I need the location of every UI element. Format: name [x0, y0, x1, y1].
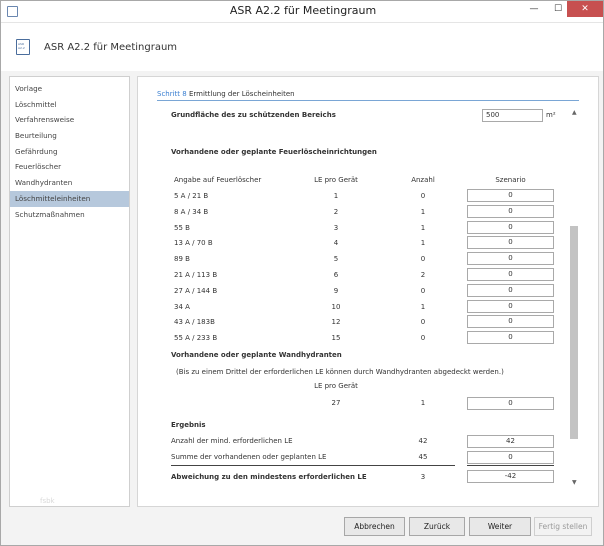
extinguisher-le: 6: [333, 271, 339, 279]
sidebar-item-gefaehrdung[interactable]: Gefährdung: [10, 144, 129, 160]
close-button[interactable]: ✕: [567, 1, 603, 17]
step-divider: [157, 100, 579, 101]
extinguisher-le: 5: [333, 255, 339, 264]
extinguisher-scenario-input[interactable]: 0: [467, 204, 554, 218]
sidebar-item-verfahrensweise[interactable]: Verfahrensweise: [10, 112, 129, 128]
extinguisher-scenario-input[interactable]: 0: [467, 268, 554, 281]
extinguisher-type: 13 A / 70 B: [174, 239, 213, 248]
hydrants-le: 27: [331, 399, 341, 407]
extinguisher-count: 1: [420, 223, 426, 232]
header-title: ASR A2.2 für Meetingraum: [44, 42, 178, 53]
sidebar-item-beurteilung[interactable]: Beurteilung: [10, 128, 129, 144]
extinguisher-type: 27 A / 144 B: [174, 286, 218, 295]
extinguisher-count: 0: [420, 286, 426, 295]
extinguisher-count: 0: [420, 255, 426, 264]
extinguisher-type: 43 A / 183B: [174, 318, 215, 327]
title-bar: ASR A2.2 für Meetingraum — ☐ ✕: [1, 1, 603, 23]
required-value: 42: [418, 437, 428, 445]
watermark-logo: fsbk: [40, 497, 55, 505]
extinguisher-type: 55 A / 233 B: [174, 334, 218, 343]
extinguisher-le: 10: [331, 302, 341, 311]
step-title: Ermittlung der Löscheinheiten: [188, 90, 295, 98]
extinguisher-count: 2: [420, 271, 426, 279]
col-header-count: Anzahl: [411, 176, 435, 184]
hydrants-heading: Vorhandene oder geplante Wandhydranten: [171, 351, 342, 359]
sum-label: Summe der vorhandenen oder geplanten LE: [171, 453, 327, 461]
document-icon: ASR A2.2: [16, 39, 30, 55]
extinguisher-count: 0: [420, 318, 426, 327]
extinguisher-type: 21 A / 113 B: [174, 271, 218, 279]
extinguisher-scenario-input[interactable]: 0: [467, 331, 554, 345]
extinguisher-scenario-input[interactable]: 0: [467, 189, 554, 202]
area-label: Grundfläche des zu schützenden Bereichs: [171, 111, 336, 119]
result-divider: [171, 465, 455, 466]
extinguisher-count: 0: [420, 192, 426, 200]
wizard-header: ASR A2.2 ASR A2.2 für Meetingraum: [1, 23, 603, 71]
extinguisher-scenario-input[interactable]: 0: [467, 299, 554, 313]
hydrants-le-header: LE pro Gerät: [314, 382, 358, 390]
extinguisher-type: 34 A: [174, 302, 190, 311]
extinguisher-type: 8 A / 34 B: [174, 207, 209, 216]
scroll-up-icon[interactable]: ▲: [572, 109, 577, 116]
extinguisher-scenario-input[interactable]: 0: [467, 220, 554, 234]
app-window: ASR A2.2 für Meetingraum — ☐ ✕ ASR A2.2 …: [0, 0, 604, 546]
step-header: Schritt 8 Ermittlung der Löscheinheiten: [157, 90, 295, 98]
hydrants-count: 1: [420, 399, 426, 407]
scrollbar-thumb[interactable]: [570, 226, 578, 439]
required-label: Anzahl der mind. erforderlichen LE: [171, 437, 293, 445]
extinguisher-type: 89 B: [174, 255, 190, 264]
sidebar: Vorlage Löschmittel Verfahrensweise Beur…: [9, 76, 130, 507]
extinguisher-count: 0: [420, 334, 426, 343]
extinguisher-scenario-input[interactable]: 0: [467, 315, 554, 329]
extinguisher-scenario-input[interactable]: 0: [467, 283, 554, 297]
col-header-scenario: Szenario: [495, 176, 526, 184]
col-header-label: Angabe auf Feuerlöscher: [174, 176, 262, 184]
extinguisher-count: 1: [420, 239, 426, 248]
extinguisher-type: 5 A / 21 B: [174, 192, 209, 200]
extinguisher-le: 1: [333, 192, 339, 200]
extinguisher-scenario-input[interactable]: 0: [467, 236, 554, 250]
step-number: Schritt 8: [157, 90, 187, 98]
sum-scenario-field: 0: [467, 451, 554, 464]
hydrants-note: (Bis zu einem Drittel der erforderlichen…: [176, 368, 504, 376]
area-input[interactable]: 500: [482, 109, 543, 122]
extinguisher-count: 1: [420, 302, 426, 311]
scroll-down-icon[interactable]: ▼: [572, 479, 577, 486]
extinguisher-le: 3: [333, 223, 339, 232]
deviation-label: Abweichung zu den mindestens erforderlic…: [171, 473, 367, 481]
extinguisher-le: 15: [331, 334, 341, 343]
extinguisher-le: 4: [333, 239, 339, 248]
hydrants-scenario-input[interactable]: 0: [467, 397, 554, 410]
sum-value: 45: [418, 453, 428, 461]
area-unit: m²: [546, 111, 556, 119]
sidebar-item-feuerloescher[interactable]: Feuerlöscher: [10, 159, 129, 175]
extinguisher-type: 55 B: [174, 223, 190, 232]
extinguishers-heading: Vorhandene oder geplante Feuerlöscheinri…: [171, 148, 377, 156]
result-divider-scenario: [467, 465, 554, 466]
deviation-scenario-field: -42: [467, 470, 554, 483]
result-heading: Ergebnis: [171, 421, 206, 429]
sidebar-item-loeschmittel[interactable]: Löschmittel: [10, 97, 129, 113]
next-button[interactable]: Weiter: [469, 517, 531, 536]
extinguisher-scenario-input[interactable]: 0: [467, 252, 554, 266]
col-header-le: LE pro Gerät: [314, 176, 358, 184]
extinguisher-le: 12: [331, 318, 341, 327]
extinguisher-le: 2: [333, 207, 339, 216]
cancel-button[interactable]: Abbrechen: [344, 517, 405, 536]
maximize-button[interactable]: ☐: [547, 1, 569, 17]
required-scenario-field: 42: [467, 435, 554, 448]
minimize-button[interactable]: —: [523, 1, 545, 17]
sidebar-item-wandhydranten[interactable]: Wandhydranten: [10, 175, 129, 191]
extinguisher-le: 9: [333, 286, 339, 295]
back-button[interactable]: Zurück: [409, 517, 465, 536]
finish-button[interactable]: Fertig stellen: [534, 517, 592, 536]
extinguisher-count: 1: [420, 207, 426, 216]
sidebar-item-loeschmitteleinheiten[interactable]: Löschmitteleinheiten: [10, 190, 129, 207]
sidebar-item-vorlage[interactable]: Vorlage: [10, 81, 129, 97]
sidebar-item-schutzmassnahmen[interactable]: Schutzmaßnahmen: [10, 207, 129, 223]
window-title: ASR A2.2 für Meetingraum: [229, 4, 377, 17]
deviation-value: 3: [420, 473, 426, 481]
